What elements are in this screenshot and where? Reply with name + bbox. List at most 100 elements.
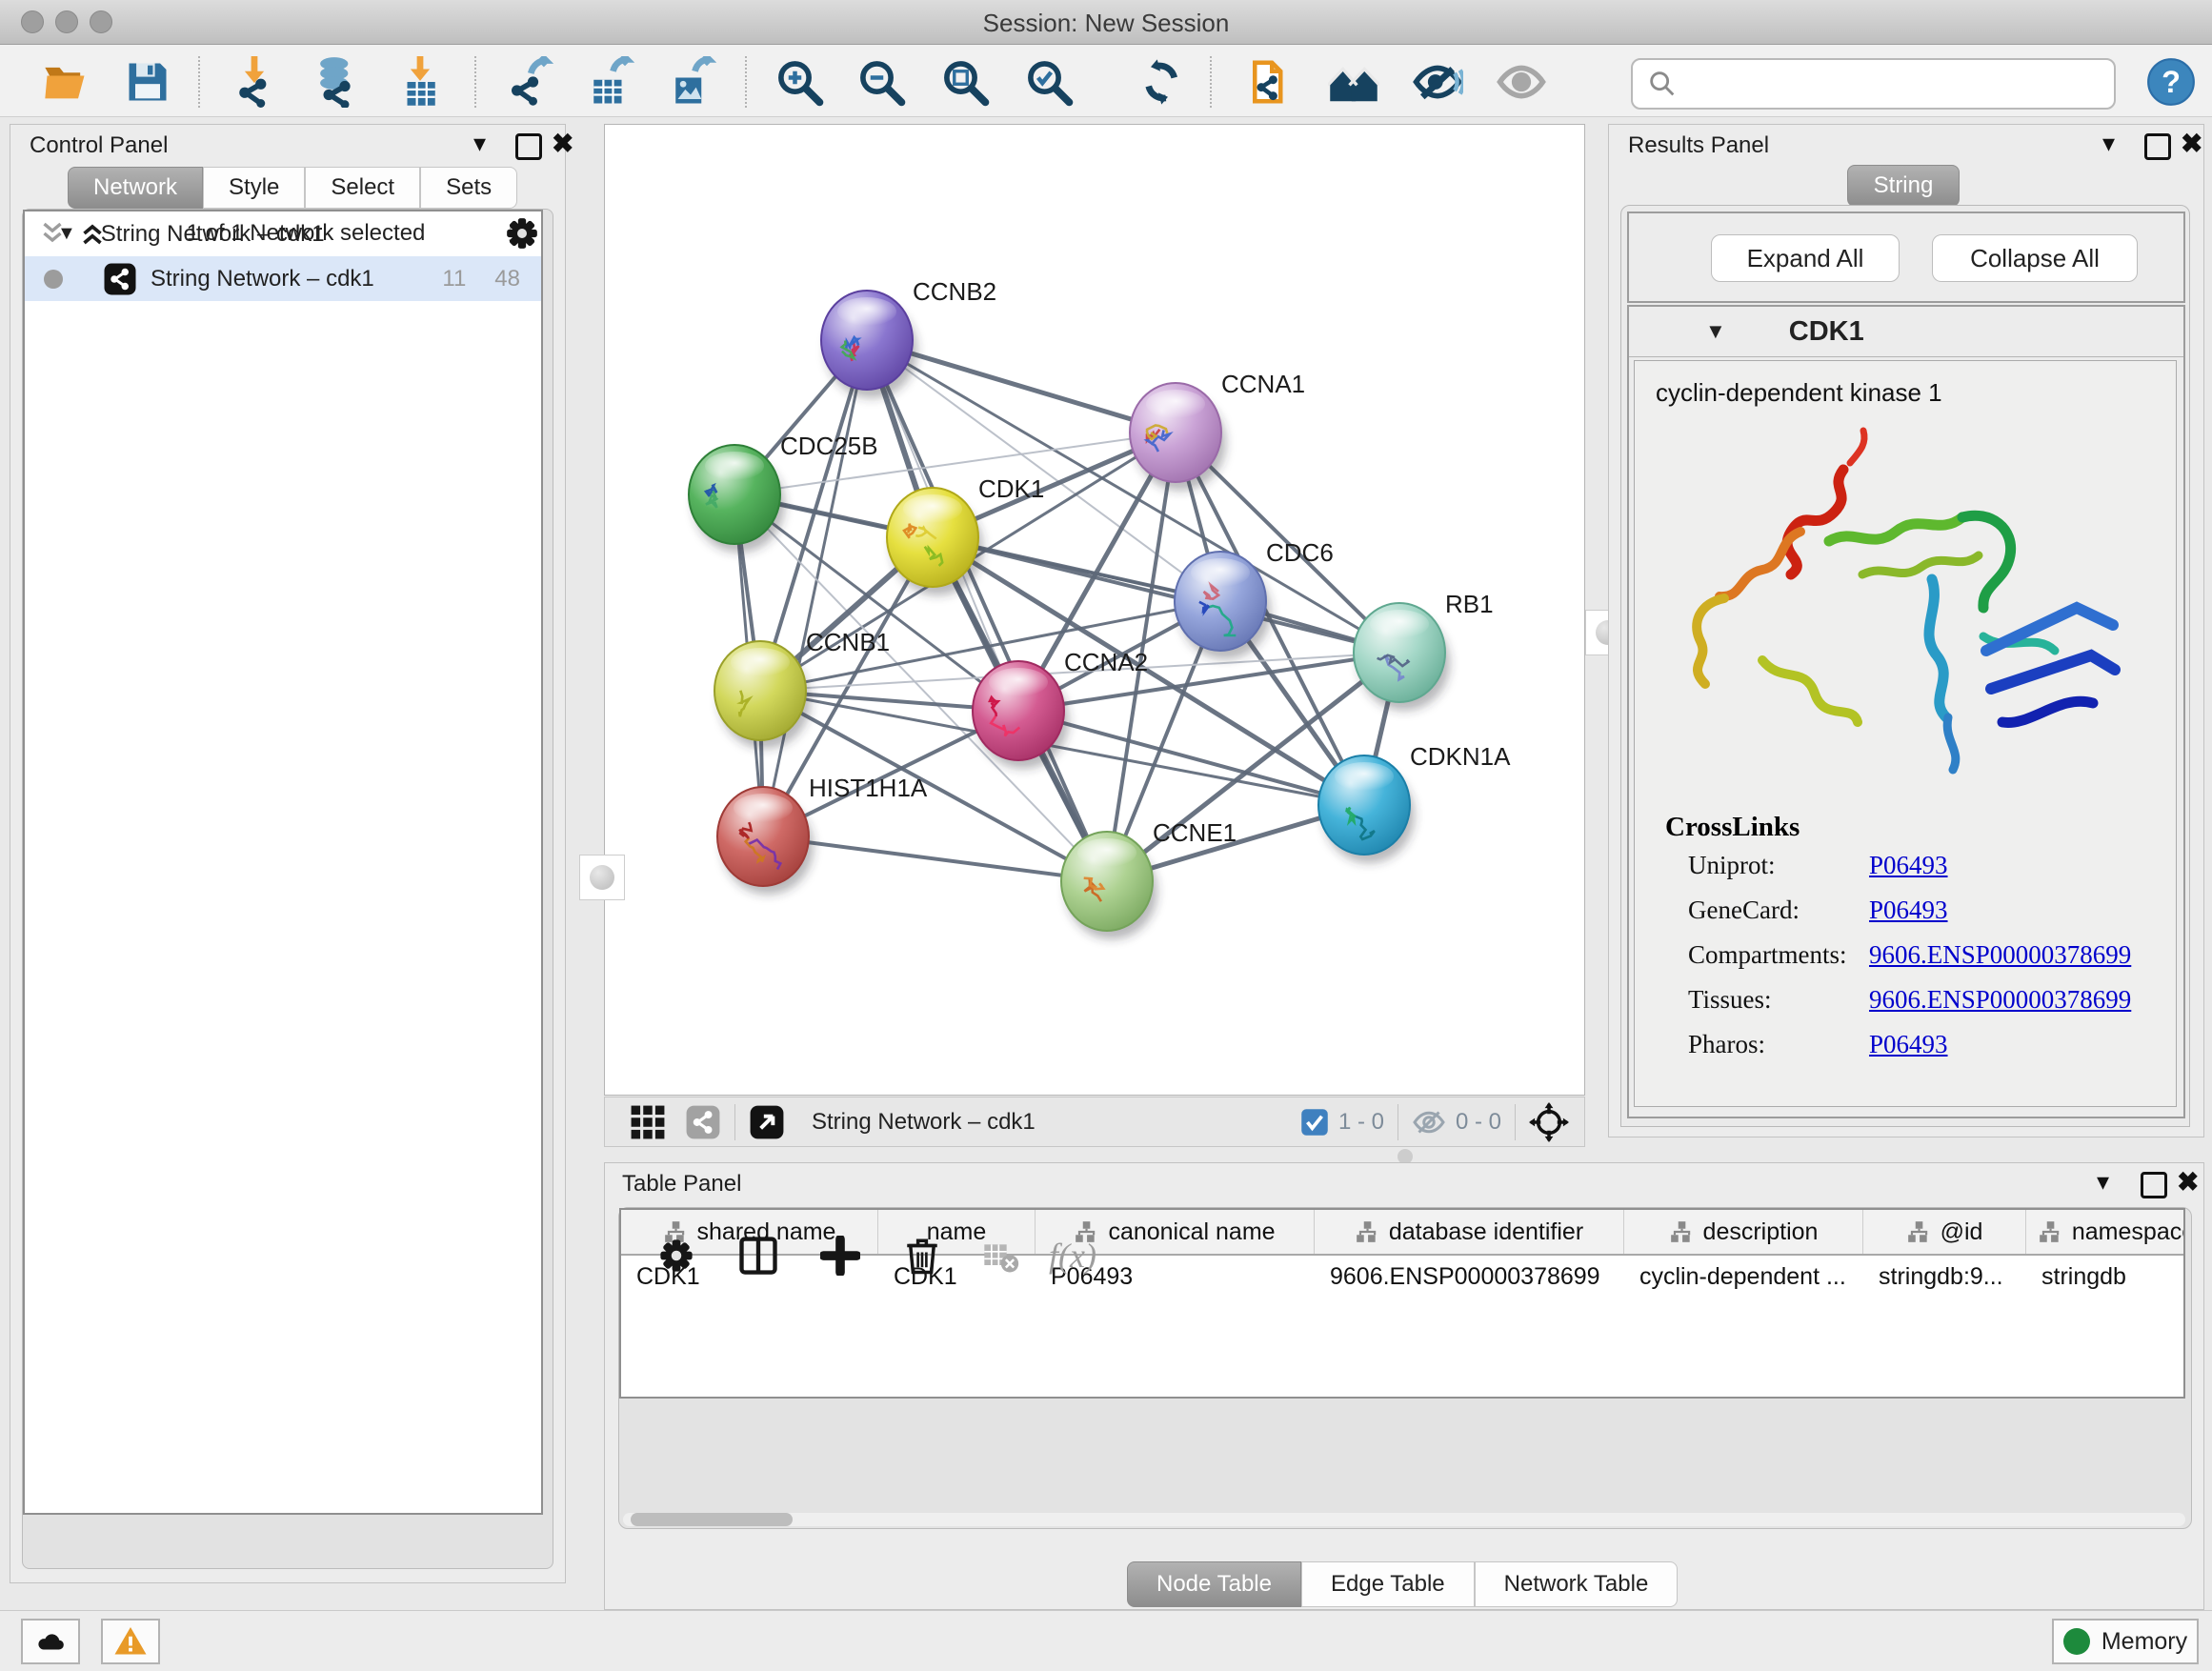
open-session-icon[interactable] <box>40 56 91 108</box>
refresh-view-icon[interactable] <box>1134 56 1185 108</box>
share-document-icon[interactable] <box>1244 56 1296 108</box>
help-icon[interactable]: ? <box>2145 56 2197 108</box>
export-table-icon[interactable] <box>583 56 634 108</box>
crosslink-label: GeneCard: <box>1688 896 1869 940</box>
panel-close-icon[interactable]: ✖ <box>2177 1166 2199 1198</box>
import-network-from-database-icon[interactable] <box>311 56 362 108</box>
network-row-selected[interactable]: String Network – cdk1 11 48 <box>25 256 541 301</box>
scrollbar-thumb[interactable] <box>631 1513 793 1526</box>
node-CCNB2[interactable]: CCNB2 <box>821 277 996 398</box>
delete-column-icon[interactable] <box>895 1229 949 1282</box>
tab-style[interactable]: Style <box>203 167 305 209</box>
gear-icon[interactable] <box>503 214 541 252</box>
node-RB1[interactable]: RB1 <box>1354 590 1494 711</box>
selected-checkbox-icon[interactable] <box>1300 1108 1329 1137</box>
column-header-id[interactable]: @id <box>1863 1210 2026 1254</box>
zoom-out-icon[interactable] <box>855 56 907 108</box>
crosslink-value[interactable]: P06493 <box>1869 851 1948 896</box>
edge-CCNB2-HIST1H1A[interactable] <box>763 340 867 836</box>
search-input[interactable] <box>1686 70 2114 98</box>
crosslink-value[interactable]: P06493 <box>1869 1030 1948 1075</box>
node-label-CDK1: CDK1 <box>978 474 1044 503</box>
protein-entry-header[interactable]: ▼ CDK1 <box>1629 307 2183 357</box>
cell-description[interactable]: cyclin-dependent ... <box>1624 1256 1863 1298</box>
tab-select[interactable]: Select <box>305 167 420 209</box>
entry-collapse-icon[interactable]: ▼ <box>1705 319 1726 344</box>
tab-edge-table[interactable]: Edge Table <box>1301 1561 1475 1607</box>
table-settings-gear-icon[interactable] <box>650 1229 703 1282</box>
control-panel-title: Control Panel <box>30 132 168 159</box>
column-header-namespace[interactable]: namespace <box>2026 1210 2185 1254</box>
expand-all-button[interactable]: Expand All <box>1711 234 1900 282</box>
cell-id[interactable]: stringdb:9... <box>1863 1256 2026 1298</box>
crosslink-value[interactable]: 9606.ENSP00000378699 <box>1869 985 2131 1030</box>
panel-menu-caret-icon[interactable]: ▾ <box>2102 129 2115 158</box>
node-CDK1[interactable]: CDK1 <box>887 474 1044 595</box>
search-field[interactable] <box>1631 58 2116 110</box>
delete-table-icon[interactable] <box>974 1229 1027 1282</box>
node-CCNA2[interactable]: CCNA2 <box>973 648 1148 769</box>
birdseye-crosshair-icon[interactable] <box>1529 1102 1569 1142</box>
zoom-fit-icon[interactable] <box>939 56 991 108</box>
expand-all-chevron-icon[interactable] <box>76 217 109 250</box>
table-horizontal-scrollbar[interactable] <box>623 1513 2185 1526</box>
node-CDKN1A[interactable]: CDKN1A <box>1318 742 1511 863</box>
show-columns-icon[interactable] <box>732 1229 785 1282</box>
cell-namespace[interactable]: stringdb <box>2026 1256 2185 1298</box>
import-table-icon[interactable] <box>394 56 446 108</box>
network-canvas[interactable]: CCNB2CCNA1CDC25BCDK1CDC6RB1CCNB1CCNA2CDK… <box>604 124 1585 1096</box>
memory-button[interactable]: Memory <box>2052 1619 2199 1664</box>
tab-network[interactable]: Network <box>68 167 203 209</box>
detach-view-icon[interactable] <box>749 1104 785 1140</box>
show-all-icon[interactable] <box>1496 56 1547 108</box>
panel-float-icon[interactable] <box>515 133 542 160</box>
column-header-description[interactable]: description <box>1624 1210 1863 1254</box>
panel-menu-caret-icon[interactable]: ▾ <box>2097 1167 2109 1197</box>
panel-menu-caret-icon[interactable]: ▾ <box>473 129 486 158</box>
column-header-databaseidentifier[interactable]: database identifier <box>1315 1210 1624 1254</box>
cloud-button[interactable] <box>21 1619 80 1664</box>
warnings-button[interactable] <box>101 1619 160 1664</box>
node-CCNE1[interactable]: CCNE1 <box>1061 818 1237 939</box>
tab-string[interactable]: String <box>1847 165 1960 207</box>
tab-network-table[interactable]: Network Table <box>1475 1561 1679 1607</box>
network-list-icon[interactable] <box>685 1104 721 1140</box>
toolbar-separator <box>745 56 747 108</box>
node-CDC25B[interactable]: CDC25B <box>689 432 878 553</box>
left-splitter-handle[interactable] <box>579 855 625 900</box>
export-image-icon[interactable] <box>665 56 716 108</box>
node-HIST1H1A[interactable]: HIST1H1A <box>717 774 928 895</box>
results-buttons-box: Expand All Collapse All <box>1627 211 2185 303</box>
home-icon[interactable] <box>1328 56 1379 108</box>
zoom-selected-icon[interactable] <box>1023 56 1075 108</box>
panel-close-icon[interactable]: ✖ <box>552 128 573 159</box>
hide-selected-icon[interactable] <box>1412 56 1463 108</box>
hidden-node-edge-counts: 0 - 0 <box>1456 1109 1501 1136</box>
panel-float-icon[interactable] <box>2144 133 2171 160</box>
protein-entry-panel: ▼ CDK1 cyclin-dependent kinase 1 <box>1627 305 2185 1118</box>
tab-sets[interactable]: Sets <box>420 167 517 209</box>
zoom-in-icon[interactable] <box>774 56 825 108</box>
network-view-toolbar: String Network – cdk1 1 - 0 0 - 0 <box>604 1097 1585 1147</box>
tab-node-table[interactable]: Node Table <box>1127 1561 1301 1607</box>
grid-view-icon[interactable] <box>630 1104 666 1140</box>
main-toolbar: ? <box>0 45 2212 117</box>
panel-float-icon[interactable] <box>2141 1172 2167 1198</box>
network-graph[interactable]: CCNB2CCNA1CDC25BCDK1CDC6RB1CCNB1CCNA2CDK… <box>605 125 1584 1095</box>
save-session-icon[interactable] <box>122 56 173 108</box>
crosslink-value[interactable]: P06493 <box>1869 896 1948 940</box>
crosslink-row: Pharos:P06493 <box>1688 1030 2176 1075</box>
create-column-icon[interactable] <box>814 1229 867 1282</box>
export-network-icon[interactable] <box>503 56 554 108</box>
import-network-icon[interactable] <box>229 56 280 108</box>
collapse-all-chevron-icon[interactable] <box>36 217 69 250</box>
cell-databaseidentifier[interactable]: 9606.ENSP00000378699 <box>1315 1256 1624 1298</box>
crosslink-label: Compartments: <box>1688 940 1869 985</box>
panel-close-icon[interactable]: ✖ <box>2181 128 2202 159</box>
edge-HIST1H1A-CCNE1[interactable] <box>763 836 1107 881</box>
edge-CCNA2-CDKN1A[interactable] <box>1018 711 1364 805</box>
crosslink-row: Compartments:9606.ENSP00000378699 <box>1688 940 2176 985</box>
network-share-icon <box>103 262 137 296</box>
crosslink-value[interactable]: 9606.ENSP00000378699 <box>1869 940 2131 985</box>
collapse-all-button[interactable]: Collapse All <box>1932 234 2138 282</box>
